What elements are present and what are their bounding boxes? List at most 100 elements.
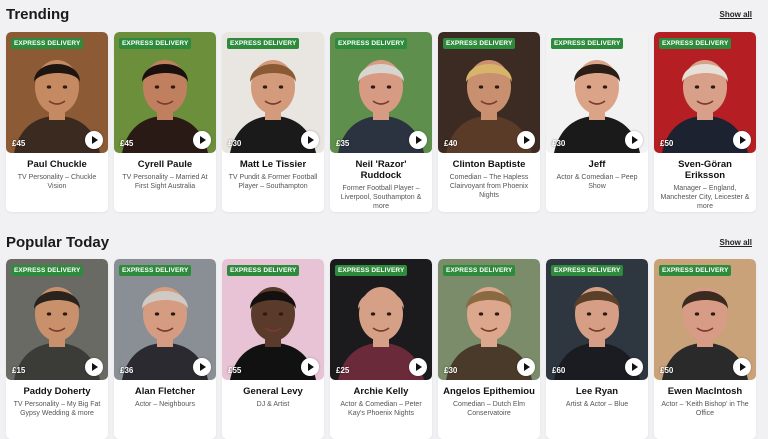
celebrity-card[interactable]: EXPRESS DELIVERY £36 Alan Fletcher Actor – … — [114, 259, 216, 439]
card-photo[interactable]: EXPRESS DELIVERY £15 — [6, 259, 108, 380]
card-info: Paddy Doherty TV Personality – My Big Fat… — [6, 380, 108, 439]
celebrity-card[interactable]: EXPRESS DELIVERY £45 Cyrell Paule TV Person… — [114, 32, 216, 212]
price-label: £30 — [228, 139, 242, 148]
play-icon[interactable] — [733, 358, 751, 376]
play-icon[interactable] — [733, 131, 751, 149]
card-info: Alan Fletcher Actor – Neighbours — [114, 380, 216, 439]
celebrity-name: Jeff — [588, 159, 606, 170]
celebrity-card[interactable]: EXPRESS DELIVERY £45 Paul Chuckle TV Person… — [6, 32, 108, 212]
express-delivery-badge: EXPRESS DELIVERY — [119, 38, 192, 49]
express-delivery-badge: EXPRESS DELIVERY — [119, 265, 192, 276]
play-icon[interactable] — [625, 358, 643, 376]
price-label: £60 — [552, 366, 566, 375]
card-photo[interactable]: EXPRESS DELIVERY £36 — [114, 259, 216, 380]
celebrity-description: Actor – Neighbours — [135, 401, 195, 408]
play-icon[interactable] — [301, 131, 319, 149]
card-info: Paul Chuckle TV Personality – Chuckle Vis… — [6, 153, 108, 212]
play-icon[interactable] — [193, 358, 211, 376]
card-photo[interactable]: EXPRESS DELIVERY £45 — [114, 32, 216, 153]
celebrity-name: Lee Ryan — [575, 386, 619, 397]
card-info: Clinton Baptiste Comedian – The Hapless C… — [438, 153, 540, 212]
trending-section: Trending Show all EXPRESS DELIVERY £45 Pau… — [0, 2, 768, 212]
section-title: Popular Today — [6, 234, 110, 251]
card-info: Neil 'Razor' Ruddock Former Football Play… — [330, 153, 432, 212]
price-label: £45 — [12, 139, 26, 148]
card-info: Angelos Epithemiou Comedian – Dutch Elm C… — [438, 380, 540, 439]
card-photo[interactable]: EXPRESS DELIVERY £35 — [330, 32, 432, 153]
celebrity-name: General Levy — [243, 386, 303, 397]
play-icon[interactable] — [409, 131, 427, 149]
card-photo[interactable]: EXPRESS DELIVERY £30 — [546, 32, 648, 153]
card-row: EXPRESS DELIVERY £45 Paul Chuckle TV Person… — [6, 32, 756, 212]
celebrity-name: Sven-Göran Eriksson — [678, 159, 732, 181]
play-icon[interactable] — [85, 131, 103, 149]
card-photo[interactable]: EXPRESS DELIVERY £50 — [654, 259, 756, 380]
play-icon[interactable] — [409, 358, 427, 376]
express-delivery-badge: EXPRESS DELIVERY — [227, 265, 300, 276]
express-delivery-badge: EXPRESS DELIVERY — [443, 265, 516, 276]
play-icon[interactable] — [625, 131, 643, 149]
price-label: £36 — [120, 366, 134, 375]
price-label: £50 — [660, 366, 674, 375]
express-delivery-badge: EXPRESS DELIVERY — [11, 38, 84, 49]
card-row: EXPRESS DELIVERY £15 Paddy Doherty TV Perso… — [6, 259, 756, 439]
celebrity-card[interactable]: EXPRESS DELIVERY £35 Neil 'Razor' Ruddock F… — [330, 32, 432, 212]
express-delivery-badge: EXPRESS DELIVERY — [551, 38, 624, 49]
celebrity-name: Matt Le Tissier — [239, 159, 307, 170]
celebrity-name: Clinton Baptiste — [452, 159, 526, 170]
celebrity-card[interactable]: EXPRESS DELIVERY £15 Paddy Doherty TV Perso… — [6, 259, 108, 439]
play-icon[interactable] — [517, 358, 535, 376]
celebrity-card[interactable]: EXPRESS DELIVERY £40 Clinton Baptiste Comed… — [438, 32, 540, 212]
card-photo[interactable]: EXPRESS DELIVERY £55 — [222, 259, 324, 380]
celebrity-description: Actor – 'Keith Bishop' in The Office — [661, 401, 749, 417]
express-delivery-badge: EXPRESS DELIVERY — [443, 38, 516, 49]
celebrity-card[interactable]: EXPRESS DELIVERY £30 Jeff Actor & Comedian … — [546, 32, 648, 212]
celebrity-card[interactable]: EXPRESS DELIVERY £30 Matt Le Tissier TV Pun… — [222, 32, 324, 212]
section-header: Trending Show all — [0, 2, 768, 28]
celebrity-description: Comedian – Dutch Elm Conservatoire — [453, 401, 525, 417]
celebrity-card[interactable]: EXPRESS DELIVERY £30 Angelos Epithemiou Com… — [438, 259, 540, 439]
card-photo[interactable]: EXPRESS DELIVERY £30 — [438, 259, 540, 380]
celebrity-description: DJ & Artist — [256, 401, 290, 408]
section-title: Trending — [6, 6, 70, 23]
celebrity-card[interactable]: EXPRESS DELIVERY £60 Lee Ryan Artist & Acto… — [546, 259, 648, 439]
price-label: £25 — [336, 366, 350, 375]
play-icon[interactable] — [517, 131, 535, 149]
celebrity-description: Manager – England, Manchester City, Leic… — [660, 185, 750, 210]
celebrity-name: Cyrell Paule — [137, 159, 193, 170]
celebrity-description: Actor & Comedian – Peter Kay's Phoenix N… — [340, 401, 422, 417]
card-photo[interactable]: EXPRESS DELIVERY £25 — [330, 259, 432, 380]
play-icon[interactable] — [301, 358, 319, 376]
celebrity-card[interactable]: EXPRESS DELIVERY £50 Sven-Göran Eriksson Ma… — [654, 32, 756, 212]
card-photo[interactable]: EXPRESS DELIVERY £50 — [654, 32, 756, 153]
card-info: Jeff Actor & Comedian – Peep Show — [546, 153, 648, 212]
celebrity-name: Ewen MacIntosh — [667, 386, 743, 397]
card-photo[interactable]: EXPRESS DELIVERY £30 — [222, 32, 324, 153]
card-info: Matt Le Tissier TV Pundit & Former Footba… — [222, 153, 324, 212]
card-info: Archie Kelly Actor & Comedian – Peter Kay… — [330, 380, 432, 439]
celebrity-name: Angelos Epithemiou — [443, 386, 535, 397]
celebrity-name: Archie Kelly — [353, 386, 409, 397]
card-photo[interactable]: EXPRESS DELIVERY £40 — [438, 32, 540, 153]
celebrity-description: Actor & Comedian – Peep Show — [556, 174, 638, 190]
card-info: Cyrell Paule TV Personality – Married At … — [114, 153, 216, 212]
celebrity-description: TV Personality – Chuckle Vision — [17, 174, 97, 190]
celebrity-card[interactable]: EXPRESS DELIVERY £55 General Levy DJ & Arti… — [222, 259, 324, 439]
celebrity-name: Paddy Doherty — [23, 386, 91, 397]
play-icon[interactable] — [85, 358, 103, 376]
card-photo[interactable]: EXPRESS DELIVERY £45 — [6, 32, 108, 153]
celebrity-card[interactable]: EXPRESS DELIVERY £25 Archie Kelly Actor & C… — [330, 259, 432, 439]
play-icon[interactable] — [193, 131, 211, 149]
show-all-link[interactable]: Show all — [720, 10, 752, 19]
celebrity-name: Neil 'Razor' Ruddock — [355, 159, 407, 181]
celebrity-card[interactable]: EXPRESS DELIVERY £50 Ewen MacIntosh Actor –… — [654, 259, 756, 439]
celebrity-description: TV Personality – Married At First Sight … — [122, 174, 208, 190]
express-delivery-badge: EXPRESS DELIVERY — [335, 265, 408, 276]
price-label: £45 — [120, 139, 134, 148]
price-label: £15 — [12, 366, 26, 375]
card-photo[interactable]: EXPRESS DELIVERY £60 — [546, 259, 648, 380]
popular-today-section: Popular Today Show all EXPRESS DELIVERY £… — [0, 230, 768, 439]
section-header: Popular Today Show all — [0, 230, 768, 256]
celebrity-description: Comedian – The Hapless Clairvoyant from … — [449, 174, 529, 199]
show-all-link[interactable]: Show all — [720, 238, 752, 247]
